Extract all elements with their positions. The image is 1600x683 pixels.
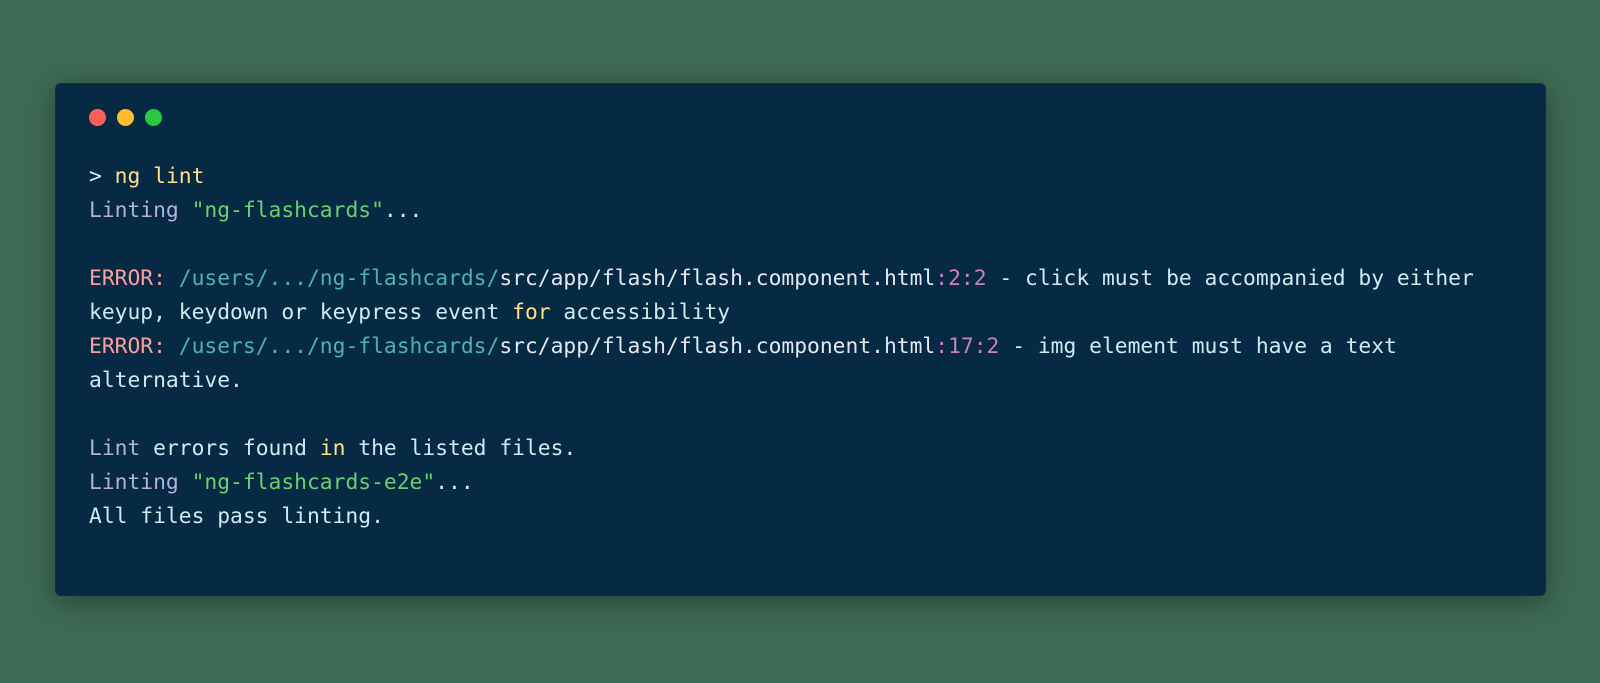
terminal-output: > ng lint Linting "ng-flashcards"... ERR… [89,160,1512,534]
dash: - [999,334,1037,359]
keyword-in: in [320,436,346,461]
terminal-window: > ng lint Linting "ng-flashcards"... ERR… [55,83,1546,596]
window-traffic-lights [89,109,1512,126]
keyword-for: for [512,300,550,325]
error-file: src/app/flash/flash.component.html [499,266,935,291]
error-label: ERROR: [89,334,179,359]
command-text: ng lint [115,164,205,189]
error-location: :2:2 [935,266,986,291]
linting-label: Linting [89,470,192,495]
close-icon[interactable] [89,109,106,126]
ellipsis: ... [384,198,422,223]
pass-message: All files pass linting. [89,504,384,529]
project-name: "ng-flashcards-e2e" [192,470,436,495]
minimize-icon[interactable] [117,109,134,126]
linting-label: Linting [89,198,192,223]
error-path: /users/.../ng-flashcards/ [179,266,500,291]
error-message-tail: accessibility [551,300,731,325]
error-path: /users/.../ng-flashcards/ [179,334,500,359]
summary-word: Lint [89,436,140,461]
summary-text: errors found [140,436,320,461]
summary-text-tail: the listed files. [345,436,576,461]
error-label: ERROR: [89,266,179,291]
ellipsis: ... [435,470,473,495]
project-name: "ng-flashcards" [192,198,384,223]
error-location: :17:2 [935,334,999,359]
zoom-icon[interactable] [145,109,162,126]
dash: - [987,266,1025,291]
error-file: src/app/flash/flash.component.html [499,334,935,359]
prompt-symbol: > [89,164,115,189]
